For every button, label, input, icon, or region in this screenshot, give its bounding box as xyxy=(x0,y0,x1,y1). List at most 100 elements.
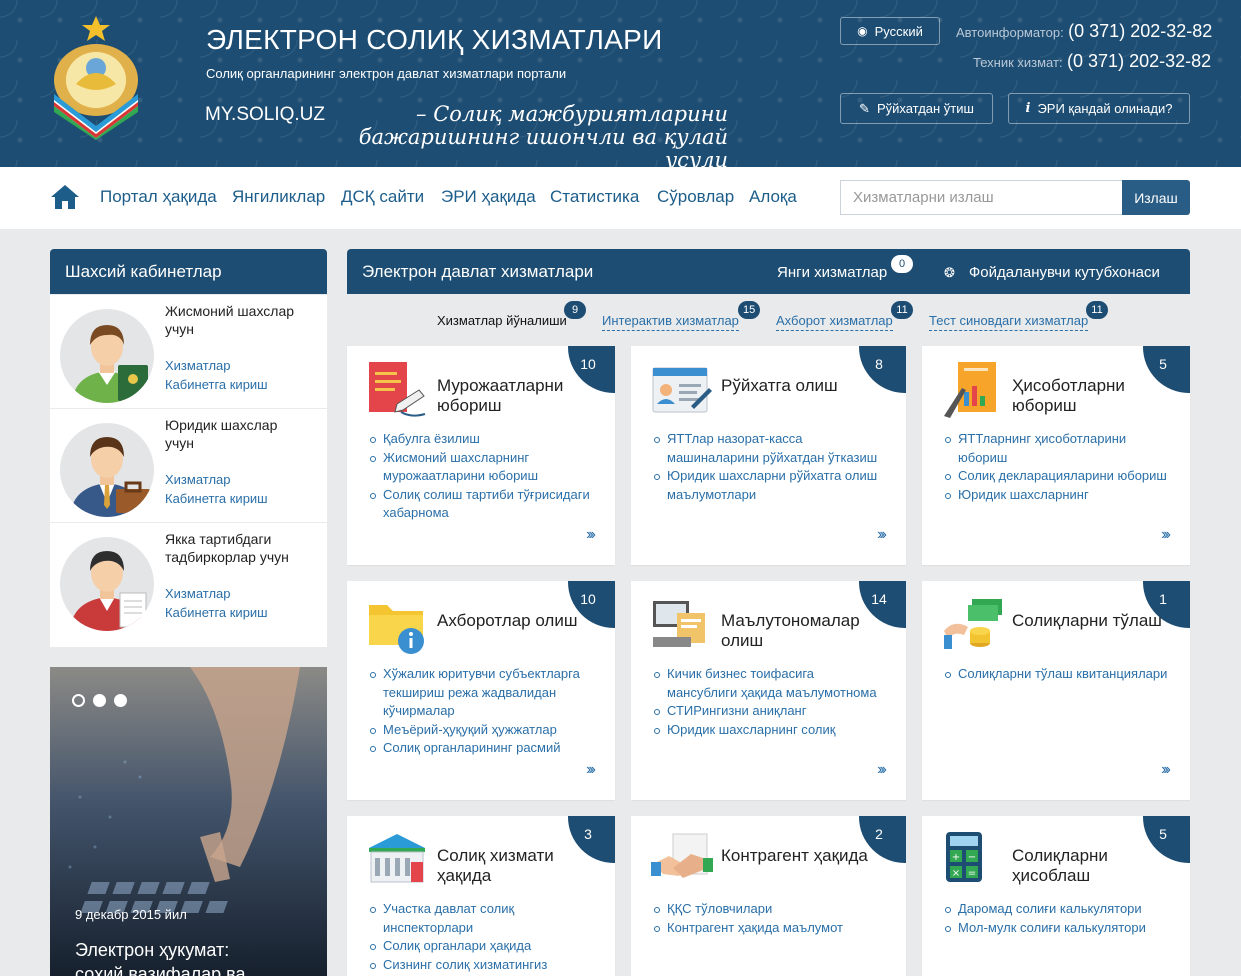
service-link[interactable]: СТИРингизни аниқланг xyxy=(653,702,878,721)
new-services-label: Янги хизматлар xyxy=(777,264,888,281)
service-link[interactable]: Солиқларни тўлаш квитанциялари xyxy=(944,665,1169,684)
more-arrows[interactable]: ››› xyxy=(877,526,887,544)
nav-about[interactable]: Портал ҳақида xyxy=(100,187,217,207)
card-count: 5 xyxy=(1159,826,1167,842)
tab-label: Ахборот хизматлар xyxy=(776,313,893,328)
service-link[interactable]: Участка давлат солиқ инспекторлари xyxy=(369,900,594,937)
info-icon: i xyxy=(1025,101,1031,116)
search-input[interactable] xyxy=(840,180,1123,215)
search-button[interactable]: Излаш xyxy=(1122,180,1190,215)
nav-polls[interactable]: Сўровлар xyxy=(657,187,734,207)
tech-support-phone: (0 371) 202-32-82 xyxy=(1067,51,1212,71)
new-services-link[interactable]: Янги хизматлар xyxy=(777,264,887,281)
cabinet-login-link[interactable]: Кабинетга кириш xyxy=(165,605,268,620)
news-slider[interactable]: 9 декабр 2015 йил Электрон ҳукумат: соҳи… xyxy=(50,667,327,976)
service-card-tax-service[interactable]: 3 Солиқ хизмати ҳақида Участка давлат со… xyxy=(347,816,615,976)
slider-dot[interactable] xyxy=(72,694,85,707)
card-service-list: Хўжалик юритувчи субъектларга текшириш р… xyxy=(369,665,594,758)
cabinet-login-link[interactable]: Кабинетга кириш xyxy=(165,377,268,392)
building-icon xyxy=(369,834,425,883)
user-library-link[interactable]: ❂ Фойдаланувчи кутубхонаси xyxy=(944,264,1160,281)
service-card-appeals[interactable]: 10 Мурожаатларни юбориш Қабулга ёзилиш Ж… xyxy=(347,346,615,565)
service-link[interactable]: Жисмоний шахсларнинг мурожаатларини юбор… xyxy=(369,449,594,486)
service-link[interactable]: Меъёрий-ҳуқуқий ҳужжатлар xyxy=(369,721,594,740)
service-link[interactable]: Контрагент ҳақида маълумот xyxy=(653,919,878,938)
service-card-information[interactable]: 10 Ахборотлар олиш Хўжалик юритувчи субъ… xyxy=(347,581,615,800)
service-link[interactable]: Солиқ органларининг расмий xyxy=(369,739,594,758)
service-link[interactable]: Даромад солиғи калькулятори xyxy=(944,900,1169,919)
more-arrows[interactable]: ››› xyxy=(1161,761,1171,779)
slider-dot[interactable] xyxy=(114,694,127,707)
card-service-list: Участка давлат солиқ инспекторлари Солиқ… xyxy=(369,900,594,974)
nav-statistics[interactable]: Статистика xyxy=(550,187,639,207)
card-service-list: Солиқларни тўлаш квитанциялари xyxy=(944,665,1169,684)
cabinet-services-link[interactable]: Хизматлар xyxy=(165,586,231,601)
tab-information-services[interactable]: Ахборот хизматлар xyxy=(776,313,893,331)
entrepreneur-icon xyxy=(60,537,154,631)
service-link[interactable]: ҚҚС тўловчилари xyxy=(653,900,878,919)
cabinet-login-link[interactable]: Кабинетга кириш xyxy=(165,491,268,506)
service-card-reports[interactable]: 5 Ҳисоботларни юбориш ЯТТларнинг ҳисобот… xyxy=(922,346,1190,565)
report-chart-icon xyxy=(944,362,996,418)
svg-text:=: = xyxy=(968,868,976,879)
language-button[interactable]: ◉ Русский xyxy=(840,17,940,45)
more-arrows[interactable]: ››› xyxy=(1161,526,1171,544)
home-icon[interactable] xyxy=(50,184,80,210)
service-link[interactable]: Хўжалик юритувчи субъектларга текшириш р… xyxy=(369,665,594,721)
user-library-label: Фойдаланувчи кутубхонаси xyxy=(968,264,1160,281)
coat-of-arms-logo[interactable] xyxy=(50,14,142,140)
service-link[interactable]: Солиқ солиш тартиби тўғрисидаги хабарном… xyxy=(369,486,594,523)
more-arrows[interactable]: ››› xyxy=(586,526,596,544)
register-button[interactable]: ✎ Рўйхатдан ўтиш xyxy=(840,93,993,124)
nav-dsq-site[interactable]: ДСҚ сайти xyxy=(341,187,424,207)
card-title: Ахборотлар олиш xyxy=(437,611,578,630)
cabinet-name: Жисмоний шахслар учун xyxy=(165,303,295,337)
card-count: 10 xyxy=(580,356,596,372)
more-arrows[interactable]: ››› xyxy=(877,761,887,779)
tab-interactive-services[interactable]: Интерактив хизматлар xyxy=(602,313,739,331)
service-link[interactable]: Мол-мулк солиғи калькулятори xyxy=(944,919,1169,938)
service-card-registration[interactable]: 8 Рўйхатга олиш ЯТТлар назорат-касса маш… xyxy=(631,346,906,565)
tab-service-directions[interactable]: Хизматлар йўналиши xyxy=(437,313,567,328)
tab-testing-services[interactable]: Тест синовдаги хизматлар xyxy=(929,313,1089,331)
card-service-list: ҚҚС тўловчилари Контрагент ҳақида маълум… xyxy=(653,900,878,937)
cabinet-name: Юридик шахслар учун xyxy=(165,417,278,451)
site-name[interactable]: MY.SOLIQ.UZ xyxy=(205,104,325,126)
service-card-payment[interactable]: 1 Солиқларни тўлаш Солиқларни тўлаш квит… xyxy=(922,581,1190,800)
handshake-icon xyxy=(651,833,713,878)
tech-support: Техник хизмат: (0 371) 202-32-82 xyxy=(973,51,1211,72)
service-card-calculation[interactable]: 5 + − × = Солиқларни ҳисоблаш Даромад со… xyxy=(922,816,1190,976)
autoinformator-label: Автоинформатор: xyxy=(956,25,1064,40)
tab-label: Хизматлар йўналиши xyxy=(437,313,567,328)
cabinet-services-link[interactable]: Хизматлар xyxy=(165,472,231,487)
service-link[interactable]: Қабулга ёзилиш xyxy=(369,430,594,449)
service-link[interactable]: Юридик шахсларнинг xyxy=(944,486,1169,505)
service-link[interactable]: Солиқ декларацияларини юбориш xyxy=(944,467,1169,486)
svg-text:−: − xyxy=(968,852,976,863)
service-link[interactable]: Юридик шахсларнинг солиқ xyxy=(653,721,878,740)
more-arrows[interactable]: ››› xyxy=(586,761,596,779)
cabinet-services-link[interactable]: Хизматлар xyxy=(165,358,231,373)
service-link[interactable]: Юридик шахсларни рўйхатга олиш маълумотл… xyxy=(653,467,878,504)
nav-news[interactable]: Янгиликлар xyxy=(232,187,325,207)
service-link[interactable]: ЯТТларнинг ҳисоботларини юбориш xyxy=(944,430,1169,467)
slider-dots xyxy=(72,694,127,707)
service-card-certificates[interactable]: 14 Маълутономалар олиш Кичик бизнес тоиф… xyxy=(631,581,906,800)
svg-text:+: + xyxy=(952,852,960,863)
news-headline[interactable]: Электрон ҳукумат: xyxy=(75,940,229,961)
nav-contact[interactable]: Алоқа xyxy=(749,187,797,207)
eri-info-button[interactable]: i ЭРИ қандай олинади? xyxy=(1008,93,1190,124)
news-headline-2[interactable]: соҳий вазифалар ва xyxy=(75,964,246,976)
service-card-counterparty[interactable]: 2 Контрагент ҳақида ҚҚС тўловчилари Конт… xyxy=(631,816,906,976)
nav-eri[interactable]: ЭРИ ҳақида xyxy=(441,187,536,207)
service-link[interactable]: Кичик бизнес тоифасига мансублиги ҳақида… xyxy=(653,665,878,702)
slider-dot[interactable] xyxy=(93,694,106,707)
service-link[interactable]: ЯТТлар назорат-касса машиналарини рўйхат… xyxy=(653,430,878,467)
card-service-list: Кичик бизнес тоифасига мансублиги ҳақида… xyxy=(653,665,878,739)
edit-icon: ✎ xyxy=(859,100,870,116)
tab-count: 15 xyxy=(738,301,761,319)
service-link[interactable]: Сизнинг солиқ хизматингиз xyxy=(369,956,594,975)
computer-icon xyxy=(653,601,705,647)
language-label: Русский xyxy=(874,23,923,39)
service-link[interactable]: Солиқ органлари ҳақида xyxy=(369,937,594,956)
